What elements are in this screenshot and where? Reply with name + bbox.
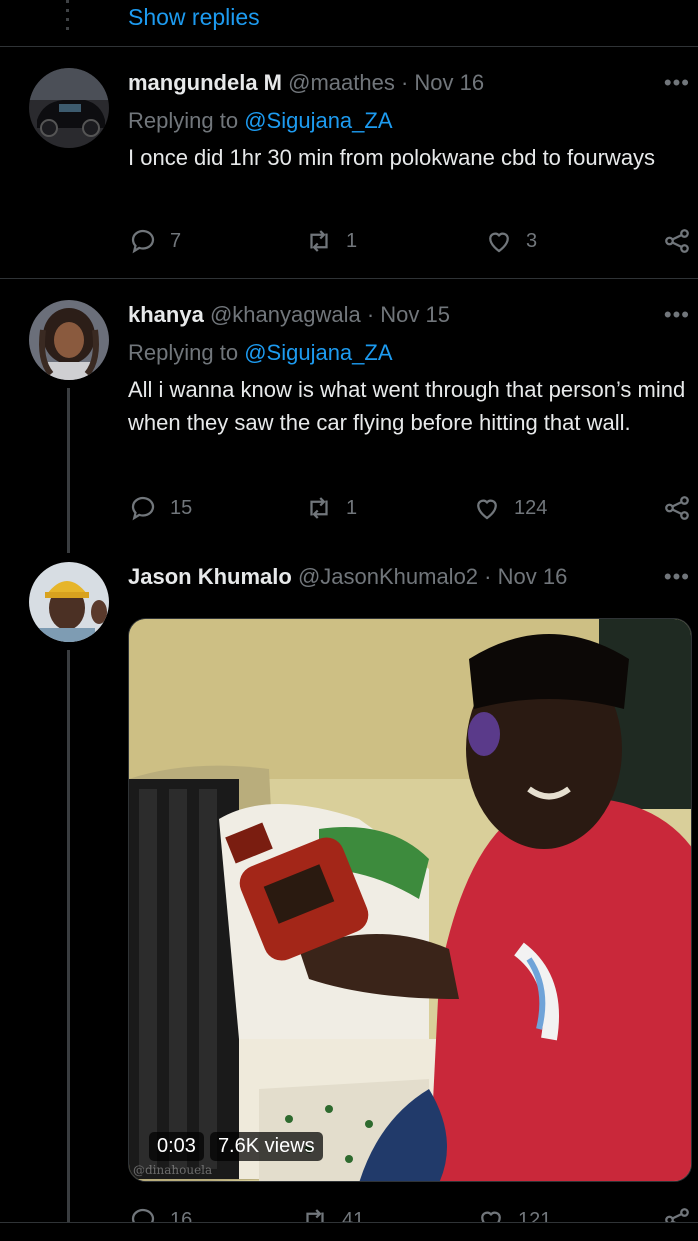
tweet-mangundela[interactable]: mangundela M @maathes · Nov 16 ••• Reply… xyxy=(0,48,698,279)
video-thumbnail xyxy=(129,619,691,1181)
video-watermark: @dinahouela xyxy=(133,1163,213,1177)
retweet-icon xyxy=(310,497,328,519)
tweet-text: I once did 1hr 30 min from polokwane cbd… xyxy=(128,145,656,170)
retweet-count: 1 xyxy=(346,229,358,252)
replying-handle-link[interactable]: @Sigujana_ZA xyxy=(244,340,392,365)
reply-icon xyxy=(131,496,155,521)
replying-to: Replying to @Sigujana_ZA xyxy=(128,108,393,134)
like-button[interactable]: 3 xyxy=(484,226,537,256)
tweet-text: All i wanna know is what went through th… xyxy=(128,377,686,435)
avatar[interactable] xyxy=(29,68,109,148)
avatar[interactable] xyxy=(29,300,109,380)
timestamp[interactable]: · Nov 15 xyxy=(367,302,450,327)
thread-line xyxy=(67,388,70,553)
bottom-divider xyxy=(0,1222,698,1241)
replying-handle-link[interactable]: @Sigujana_ZA xyxy=(244,108,392,133)
video-meta: 0:03 7.6K views xyxy=(149,1132,323,1161)
heart-icon xyxy=(489,232,509,253)
thread-dots xyxy=(66,0,69,30)
reply-count: 7 xyxy=(170,229,182,252)
show-replies-link[interactable]: Show replies xyxy=(128,4,260,31)
like-button[interactable]: 124 xyxy=(472,493,547,523)
tweet-khanya[interactable]: khanya @khanyagwala · Nov 15 ••• Replyin… xyxy=(0,280,698,553)
retweet-icon xyxy=(310,230,328,252)
display-name[interactable]: Jason Khumalo xyxy=(128,564,292,589)
display-name[interactable]: mangundela M xyxy=(128,70,282,95)
show-replies-row: Show replies xyxy=(0,0,698,47)
handle[interactable]: @khanyagwala xyxy=(210,302,361,327)
replying-to: Replying to @Sigujana_ZA xyxy=(128,340,393,366)
handle[interactable]: @JasonKhumalo2 xyxy=(298,564,478,589)
replying-prefix: Replying to xyxy=(128,108,239,133)
retweet-count: 1 xyxy=(346,496,358,519)
reply-count: 15 xyxy=(170,496,193,519)
display-name[interactable]: khanya xyxy=(128,302,204,327)
tweet-header: Jason Khumalo @JasonKhumalo2 · Nov 16 xyxy=(128,564,567,590)
video-views: 7.6K views xyxy=(209,1132,323,1161)
share-button[interactable] xyxy=(662,226,692,256)
reply-icon xyxy=(131,229,155,254)
reply-button[interactable]: 7 xyxy=(128,226,181,256)
heart-icon xyxy=(477,499,497,520)
share-button[interactable] xyxy=(662,493,692,523)
more-icon[interactable]: ••• xyxy=(664,70,690,96)
timestamp[interactable]: · Nov 16 xyxy=(484,564,567,589)
share-icon xyxy=(665,496,689,520)
more-icon[interactable]: ••• xyxy=(664,302,690,328)
avatar[interactable] xyxy=(29,562,109,642)
thread-line xyxy=(67,650,70,1225)
more-icon[interactable]: ••• xyxy=(664,564,690,590)
tweet-header: mangundela M @maathes · Nov 16 xyxy=(128,70,484,96)
reply-button[interactable]: 15 xyxy=(128,493,192,523)
tweet-header: khanya @khanyagwala · Nov 15 xyxy=(128,302,450,328)
handle[interactable]: @maathes xyxy=(288,70,395,95)
share-icon xyxy=(665,229,689,253)
timestamp[interactable]: · Nov 16 xyxy=(401,70,484,95)
video-duration: 0:03 xyxy=(149,1132,204,1161)
retweet-button[interactable]: 1 xyxy=(304,493,357,523)
like-count: 3 xyxy=(526,229,538,252)
replying-prefix: Replying to xyxy=(128,340,239,365)
retweet-button[interactable]: 1 xyxy=(304,226,357,256)
video-player[interactable]: 0:03 7.6K views @dinahouela xyxy=(128,618,692,1182)
like-count: 124 xyxy=(514,496,548,519)
